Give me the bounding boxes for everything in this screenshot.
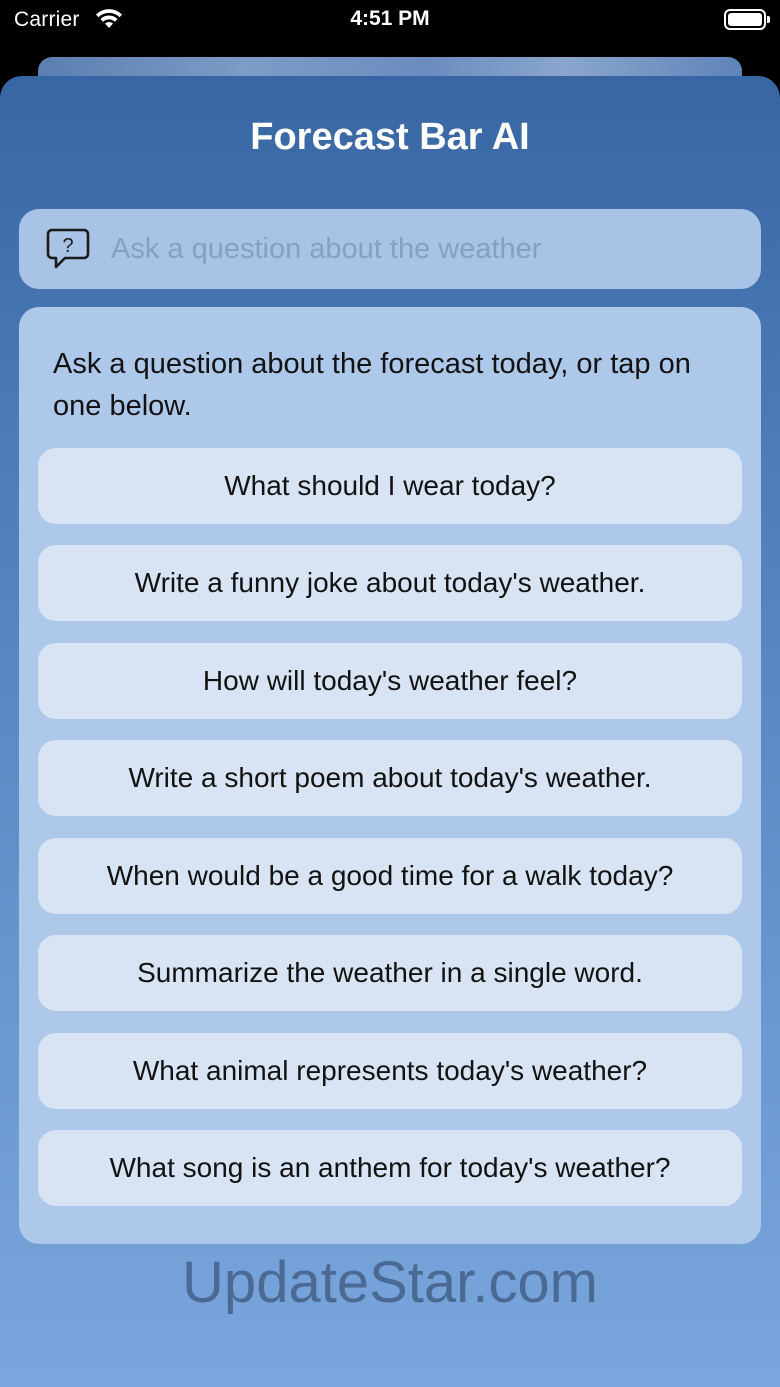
- suggestion-button[interactable]: Write a short poem about today's weather…: [38, 740, 742, 816]
- svg-text:?: ?: [62, 235, 73, 257]
- forecast-ai-sheet: Forecast Bar AI ? Ask a question about t…: [0, 76, 780, 1387]
- suggestion-button[interactable]: How will today's weather feel?: [38, 643, 742, 719]
- suggestion-button[interactable]: What song is an anthem for today's weath…: [38, 1130, 742, 1206]
- suggestion-button[interactable]: Write a funny joke about today's weather…: [38, 545, 742, 621]
- suggestion-button[interactable]: When would be a good time for a walk tod…: [38, 838, 742, 914]
- status-time: 4:51 PM: [350, 7, 430, 30]
- page-title: Forecast Bar AI: [250, 116, 530, 158]
- intro-text: Ask a question about the forecast today,…: [53, 348, 691, 422]
- suggestion-button[interactable]: Summarize the weather in a single word.: [38, 935, 742, 1011]
- watermark-text: UpdateStar.com: [182, 1250, 598, 1315]
- suggestion-button[interactable]: What animal represents today's weather?: [38, 1033, 742, 1109]
- status-bar: Carrier 4:51 PM: [0, 0, 780, 56]
- suggestion-button[interactable]: What should I wear today?: [38, 448, 742, 524]
- search-input[interactable]: [111, 223, 731, 275]
- search-bar[interactable]: ?: [19, 209, 761, 289]
- battery-icon: [724, 9, 770, 30]
- question-bubble-icon: ?: [46, 228, 90, 269]
- suggestions-panel: Ask a question about the forecast today,…: [19, 307, 761, 1244]
